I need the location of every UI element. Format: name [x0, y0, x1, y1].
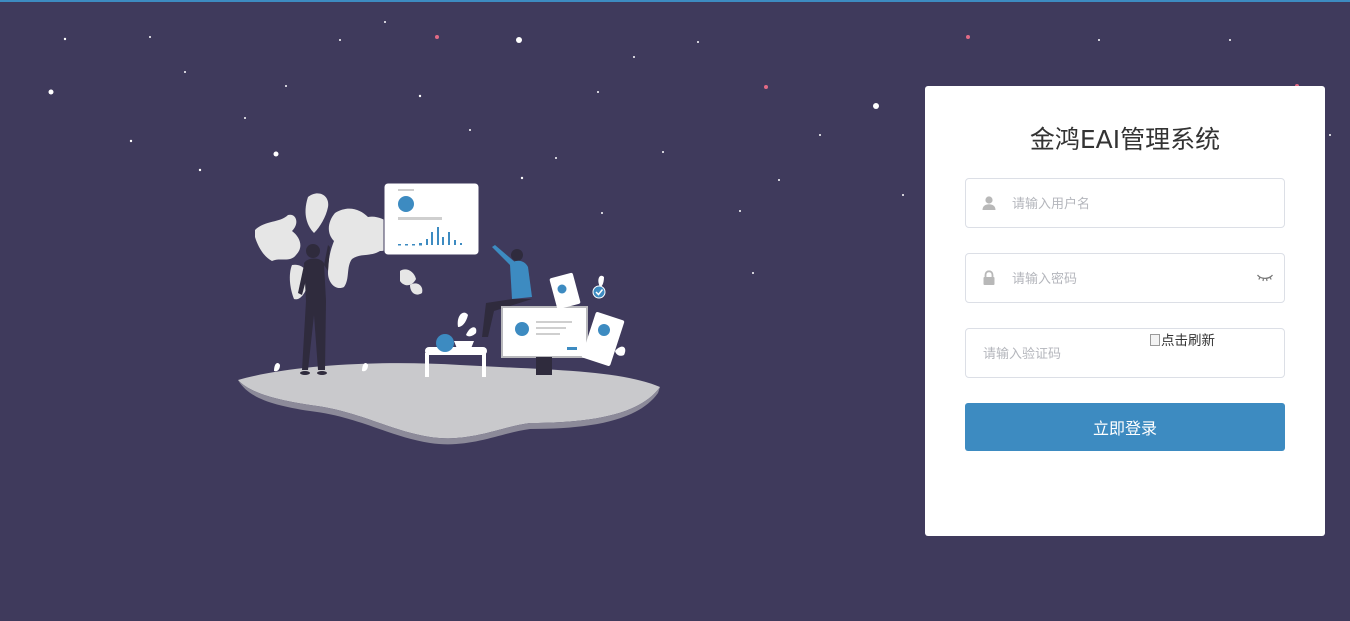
password-input[interactable]: [1010, 254, 1244, 304]
captcha-image[interactable]: 点击刷新: [1150, 329, 1260, 351]
password-field[interactable]: [965, 253, 1285, 304]
login-title: 金鸿EAI管理系统: [1029, 125, 1221, 154]
lock-icon: [983, 270, 995, 285]
captcha-field[interactable]: 点击刷新: [965, 328, 1285, 379]
dashboard-card: [383, 182, 480, 256]
username-input[interactable]: [1010, 179, 1274, 229]
captcha-alt-text: 点击刷新: [1161, 333, 1215, 349]
standing-man-figure: [298, 244, 330, 375]
eye-closed-icon[interactable]: [1256, 271, 1274, 285]
monitor: [501, 306, 588, 375]
login-button[interactable]: 立即登录: [965, 403, 1285, 451]
username-field[interactable]: [965, 178, 1285, 229]
hero-illustration: [238, 182, 660, 445]
island-shape: [238, 363, 660, 439]
captcha-input[interactable]: [981, 329, 1150, 379]
user-icon: [982, 196, 996, 210]
broken-image-icon: [1150, 334, 1160, 346]
login-card: 金鸿EAI管理系统 点击刷新 立即登录: [925, 86, 1325, 536]
